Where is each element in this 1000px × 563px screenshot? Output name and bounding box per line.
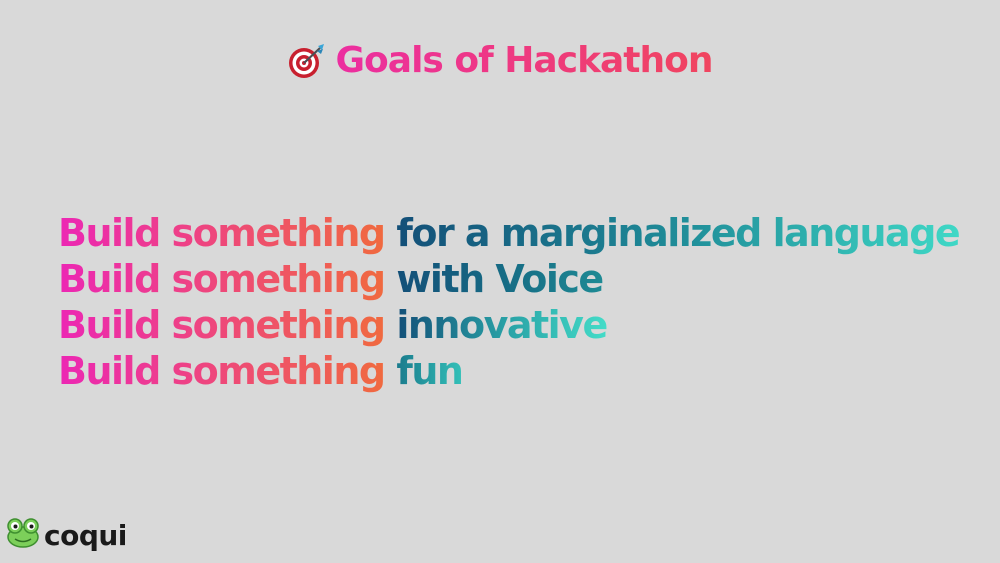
goal-prefix: Build something (58, 257, 386, 301)
goal-line: Build something innovative (58, 302, 959, 348)
slide-title: Goals of Hackathon (0, 40, 1000, 81)
goal-prefix: Build something (58, 303, 386, 347)
goal-prefix: Build something (58, 211, 386, 255)
goals-list: Build something for a marginalized langu… (58, 210, 961, 394)
coqui-logo: coqui (6, 517, 127, 553)
frog-icon (6, 517, 40, 553)
goal-text: fun (396, 349, 464, 393)
title-text: Goals of Hackathon (335, 40, 714, 81)
goal-line: Build something for a marginalized langu… (58, 210, 961, 256)
goal-line: Build something fun (58, 348, 959, 394)
goal-text: for a marginalized language (396, 211, 960, 255)
goal-prefix: Build something (58, 349, 386, 393)
goal-line: Build something with Voice (58, 256, 959, 302)
goal-text: with Voice (396, 257, 604, 301)
logo-text: coqui (44, 518, 127, 552)
target-icon (288, 42, 326, 80)
goal-text: innovative (396, 303, 608, 347)
